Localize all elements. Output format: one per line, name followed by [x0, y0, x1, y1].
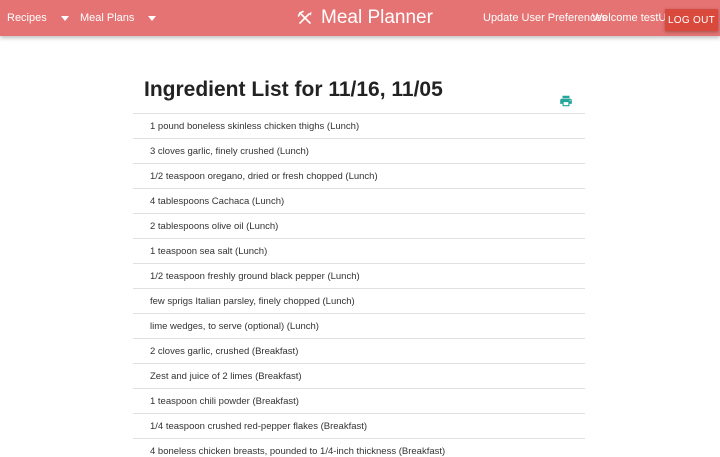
caret-down-icon	[60, 15, 69, 21]
ingredient-item: 1/2 teaspoon oregano, dried or fresh cho…	[133, 164, 585, 189]
caret-down-icon	[148, 15, 157, 21]
ingredient-item: 1 teaspoon chili powder (Breakfast)	[133, 389, 585, 414]
ingredient-item: 1 pound boneless skinless chicken thighs…	[133, 114, 585, 139]
print-icon[interactable]	[559, 94, 573, 108]
logout-button[interactable]: LOG OUT	[665, 9, 718, 31]
ingredient-list: 1 pound boneless skinless chicken thighs…	[133, 113, 585, 457]
ingredient-item: 4 tablespoons Cachaca (Lunch)	[133, 189, 585, 214]
ingredient-item: lime wedges, to serve (optional) (Lunch)	[133, 314, 585, 339]
ingredient-item: 4 boneless chicken breasts, pounded to 1…	[133, 439, 585, 457]
ingredient-item: 1 teaspoon sea salt (Lunch)	[133, 239, 585, 264]
ingredient-item: 1/2 teaspoon freshly ground black pepper…	[133, 264, 585, 289]
page-title: Ingredient List for 11/16, 11/05	[144, 78, 443, 101]
recipes-label: Recipes	[7, 12, 47, 24]
fork-knife-icon	[297, 10, 312, 24]
top-navbar: Recipes Meal Plans Meal Planner Update U…	[0, 0, 720, 36]
update-preferences-link[interactable]: Update User Preferences	[483, 0, 607, 36]
ingredient-item: few sprigs Italian parsley, finely chopp…	[133, 289, 585, 314]
brand[interactable]: Meal Planner	[297, 0, 433, 36]
meal-plans-label: Meal Plans	[80, 12, 135, 24]
ingredient-item: 2 tablespoons olive oil (Lunch)	[133, 214, 585, 239]
ingredient-item: 2 cloves garlic, crushed (Breakfast)	[133, 339, 585, 364]
ingredient-item: 1/4 teaspoon crushed red-pepper flakes (…	[133, 414, 585, 439]
meal-plans-dropdown[interactable]: Meal Plans	[80, 0, 157, 36]
ingredient-item: Zest and juice of 2 limes (Breakfast)	[133, 364, 585, 389]
ingredient-item: 3 cloves garlic, finely crushed (Lunch)	[133, 139, 585, 164]
app-title: Meal Planner	[321, 7, 433, 28]
recipes-dropdown[interactable]: Recipes	[7, 0, 69, 36]
